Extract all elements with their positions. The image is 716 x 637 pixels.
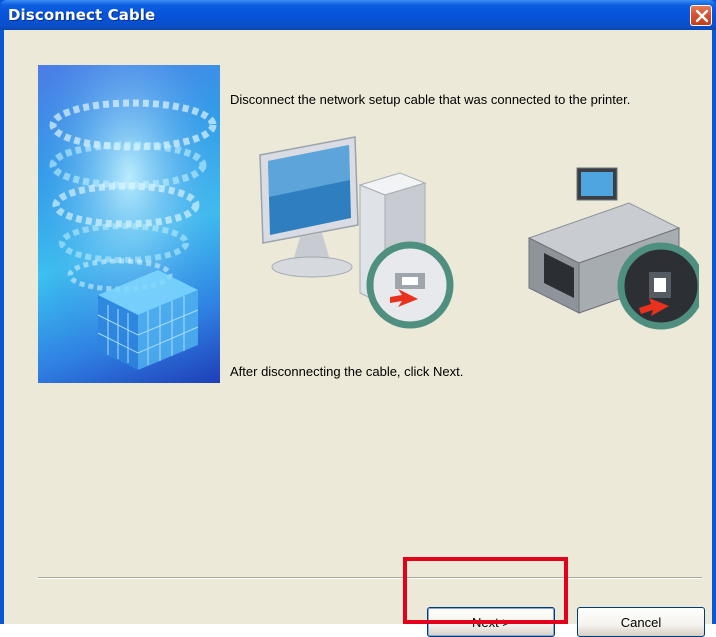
button-divider	[38, 577, 702, 579]
cancel-button[interactable]: Cancel	[577, 607, 705, 637]
instruction-text: Disconnect the network setup cable that …	[230, 92, 631, 107]
title-bar[interactable]: Disconnect Cable	[0, 0, 716, 30]
dialog-title: Disconnect Cable	[8, 6, 156, 24]
next-button-highlight	[403, 557, 568, 624]
setup-banner-image	[38, 65, 220, 383]
dialog-body: Disconnect the network setup cable that …	[4, 30, 712, 637]
dialog-window: Disconnect Cable Disconnect the network …	[0, 0, 716, 637]
computer-icon	[259, 136, 454, 329]
close-icon	[695, 9, 709, 23]
after-instruction-text: After disconnecting the cable, click Nex…	[230, 364, 464, 379]
close-button[interactable]	[690, 5, 712, 26]
printer-icon	[527, 167, 699, 330]
